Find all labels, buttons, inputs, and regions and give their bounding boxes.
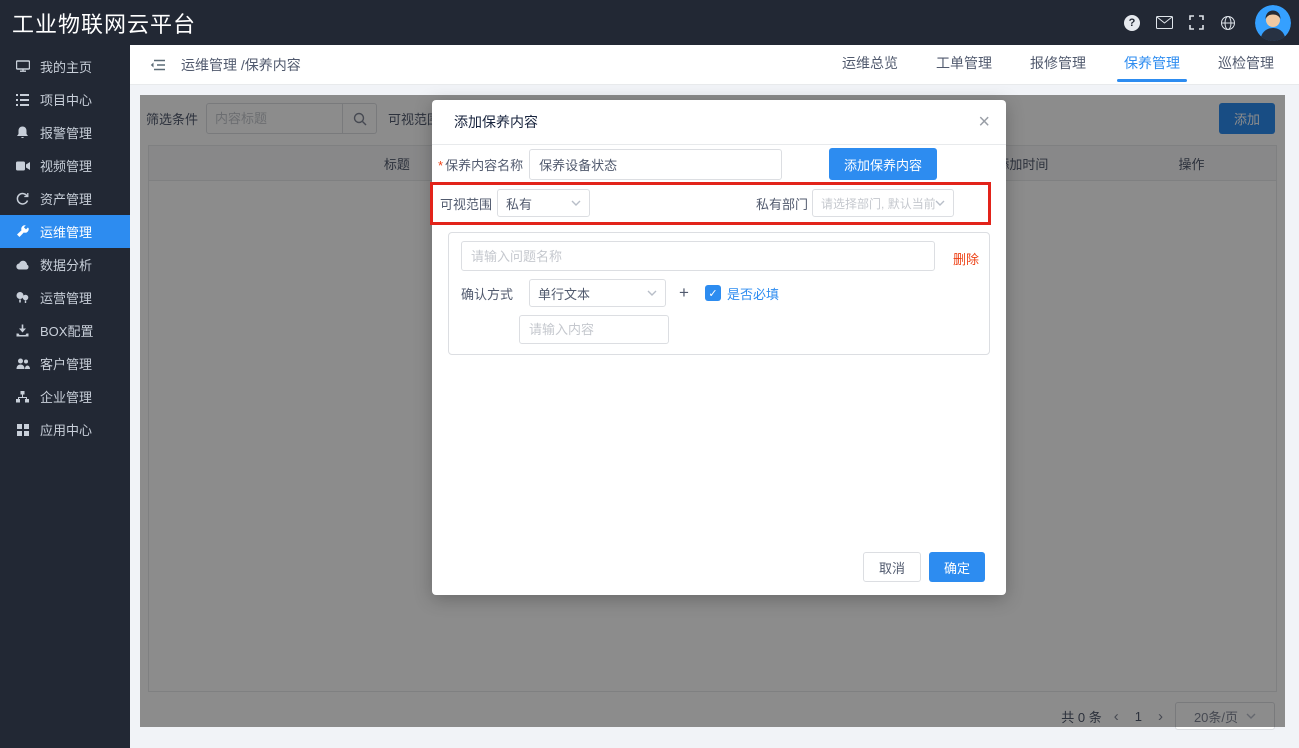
sidebar-item-label: 应用中心 — [40, 420, 92, 439]
help-icon[interactable]: ? — [1123, 14, 1141, 32]
topbar-actions: ? — [1123, 5, 1299, 41]
ops-wrench-icon — [15, 225, 30, 238]
private-dept-select[interactable]: 请选择部门, 默认当前部门 — [812, 189, 954, 217]
sidebar-menu: 我的主页 项目中心 报警管理 视频管理 资产管理 运维管理 数据分析 运营管理 … — [0, 45, 130, 748]
confirm-method-select[interactable]: 单行文本 — [529, 279, 666, 307]
dialog-title: 添加保养内容 — [454, 112, 538, 132]
cancel-button[interactable]: 取消 — [863, 552, 921, 582]
fullscreen-icon[interactable] — [1187, 14, 1205, 32]
nav-tabs: 运维总览 工单管理 报修管理 保养管理 巡检管理 — [823, 45, 1293, 85]
sidebar-item-label: 视频管理 — [40, 156, 92, 175]
dialog-header: 添加保养内容 × — [432, 100, 1006, 145]
chevron-down-icon — [935, 200, 945, 206]
sidebar-item-video-mgmt[interactable]: 视频管理 — [0, 149, 130, 182]
alarm-bell-icon — [15, 126, 30, 139]
chevron-down-icon — [647, 290, 657, 296]
required-checkbox[interactable]: ✓ — [705, 285, 721, 301]
sidebar-item-operation-mgmt[interactable]: 运营管理 — [0, 281, 130, 314]
sidebar-item-ops-mgmt[interactable]: 运维管理 — [0, 215, 130, 248]
required-checkbox-label: 是否必填 — [727, 284, 779, 303]
sidebar-item-label: 我的主页 — [40, 57, 92, 76]
content-name-row: *保养内容名称 添加保养内容 — [432, 148, 1006, 180]
sidebar-item-project-center[interactable]: 项目中心 — [0, 83, 130, 116]
delete-question-link[interactable]: 删除 — [953, 249, 979, 268]
sidebar-item-box-config[interactable]: BOX配置 — [0, 314, 130, 347]
visibility-scope-row: 可视范围 私有 私有部门 请选择部门, 默认当前部门 — [432, 189, 1006, 217]
question-name-input[interactable] — [461, 241, 935, 271]
secondary-nav-bar: 运维管理 /保养内容 运维总览 工单管理 报修管理 保养管理 巡检管理 — [130, 45, 1299, 85]
scope-label: 可视范围 — [440, 194, 492, 213]
ok-button[interactable]: 确定 — [929, 552, 985, 582]
sidebar-item-alarm-mgmt[interactable]: 报警管理 — [0, 116, 130, 149]
video-camera-icon — [15, 161, 30, 171]
asset-recycle-icon — [15, 192, 30, 205]
sidebar-item-label: 报警管理 — [40, 123, 92, 142]
question-panel: 删除 确认方式 单行文本 + ✓ 是否必填 — [448, 232, 990, 355]
project-list-icon — [15, 94, 30, 106]
sidebar-item-label: 数据分析 — [40, 255, 92, 274]
user-avatar[interactable] — [1255, 5, 1291, 41]
enterprise-sitemap-icon — [15, 391, 30, 403]
sidebar-item-label: 企业管理 — [40, 387, 92, 406]
language-globe-icon[interactable] — [1219, 14, 1237, 32]
sidebar-item-label: 资产管理 — [40, 189, 92, 208]
sidebar-item-label: 运维管理 — [40, 222, 92, 241]
operation-balloons-icon — [15, 291, 30, 304]
sidebar-item-label: BOX配置 — [40, 321, 93, 340]
add-question-plus-icon[interactable]: + — [679, 283, 689, 303]
tab-inspection-mgmt[interactable]: 巡检管理 — [1199, 45, 1293, 85]
dialog-footer: 取消 确定 — [863, 552, 985, 582]
sidebar-item-customer-mgmt[interactable]: 客户管理 — [0, 347, 130, 380]
tab-ops-overview[interactable]: 运维总览 — [823, 45, 917, 85]
tab-repair-mgmt[interactable]: 报修管理 — [1011, 45, 1105, 85]
tab-maintenance-mgmt[interactable]: 保养管理 — [1105, 45, 1199, 85]
data-cloud-icon — [15, 260, 30, 270]
sidebar-item-my-home[interactable]: 我的主页 — [0, 50, 130, 83]
sidebar-item-data-analysis[interactable]: 数据分析 — [0, 248, 130, 281]
app-grid-icon — [15, 424, 30, 436]
content-value-input[interactable] — [519, 315, 669, 344]
add-content-button[interactable]: 添加保养内容 — [829, 148, 937, 180]
content-name-input[interactable] — [529, 149, 782, 180]
customer-users-icon — [15, 358, 30, 369]
tab-workorder-mgmt[interactable]: 工单管理 — [917, 45, 1011, 85]
close-icon[interactable]: × — [978, 112, 990, 132]
confirm-method-label: 确认方式 — [461, 284, 513, 303]
breadcrumb: 运维管理 /保养内容 — [181, 55, 301, 75]
sidebar-item-enterprise-mgmt[interactable]: 企业管理 — [0, 380, 130, 413]
required-star: * — [438, 158, 443, 173]
collapse-menu-icon[interactable] — [150, 59, 165, 71]
box-download-icon — [15, 324, 30, 337]
confirm-method-row: 确认方式 单行文本 + ✓ 是否必填 — [461, 279, 779, 307]
top-header-bar: 工业物联网云平台 ? — [0, 0, 1299, 45]
sidebar-item-app-center[interactable]: 应用中心 — [0, 413, 130, 446]
private-dept-label: 私有部门 — [756, 194, 808, 213]
content-name-label: *保养内容名称 — [438, 155, 523, 174]
add-maintenance-content-dialog: 添加保养内容 × *保养内容名称 添加保养内容 可视范围 私有 私有部门 请选择… — [432, 100, 1006, 595]
monitor-icon — [15, 60, 30, 73]
sidebar-item-label: 项目中心 — [40, 90, 92, 109]
chevron-down-icon — [571, 200, 581, 206]
sidebar-item-label: 客户管理 — [40, 354, 92, 373]
mail-icon[interactable] — [1155, 14, 1173, 32]
sidebar-item-label: 运营管理 — [40, 288, 92, 307]
scope-select[interactable]: 私有 — [497, 189, 590, 217]
app-title: 工业物联网云平台 — [0, 7, 196, 39]
sidebar-item-asset-mgmt[interactable]: 资产管理 — [0, 182, 130, 215]
